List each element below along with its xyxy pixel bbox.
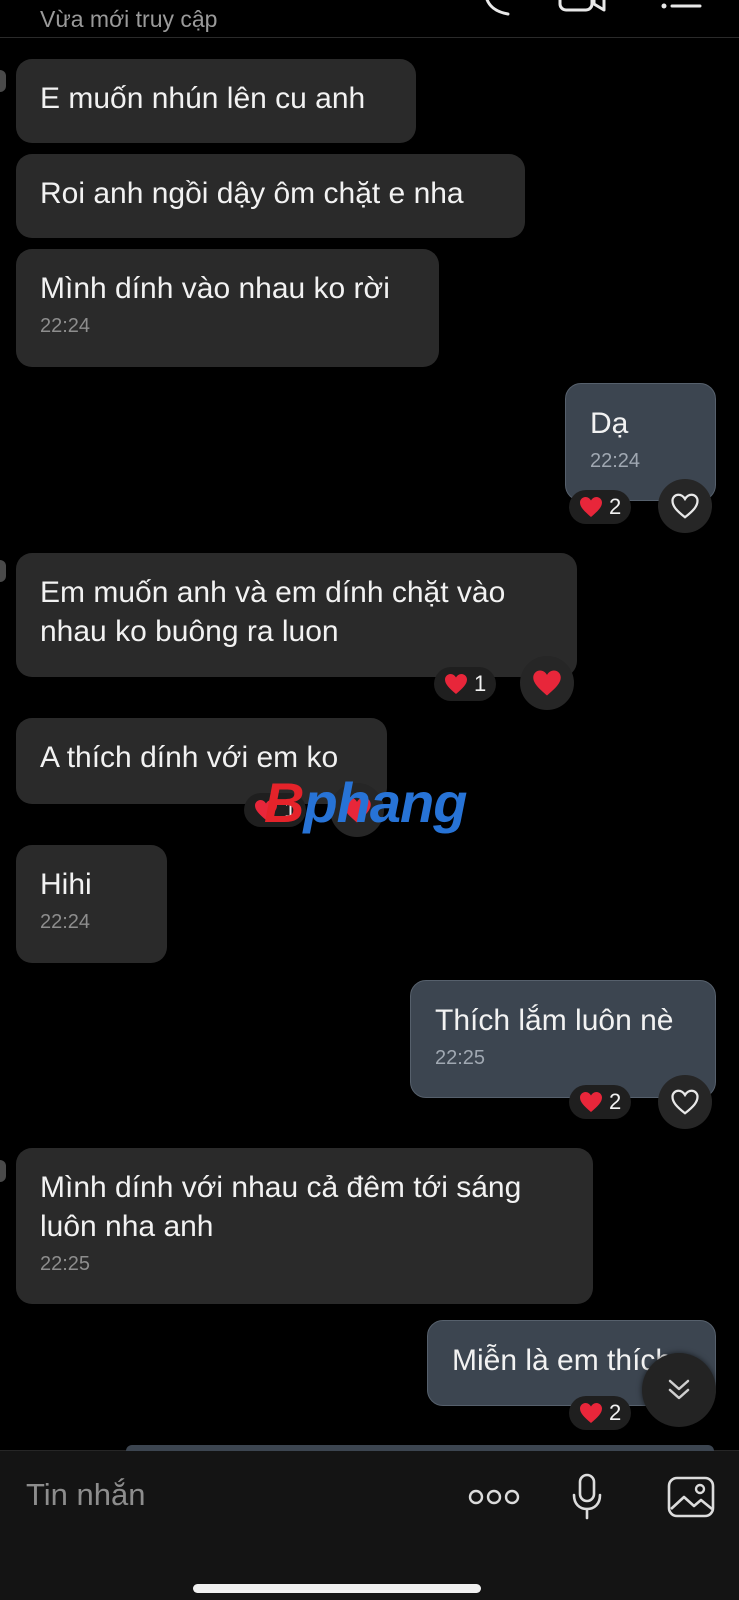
avatar	[0, 560, 6, 582]
message-text: Roi anh ngồi dậy ôm chặt e nha	[40, 177, 464, 210]
image-icon[interactable]	[666, 1475, 716, 1519]
message-text: Mình dính vào nhau ko rời	[40, 272, 390, 305]
message-input[interactable]: Tin nhắn	[26, 1477, 146, 1513]
heart-icon	[580, 1403, 602, 1423]
reaction-count[interactable]: 2	[569, 1396, 632, 1430]
reaction-count-value: 1	[474, 671, 487, 696]
message-time: 22:24	[590, 450, 641, 472]
pinned-bubble-edge	[126, 1445, 714, 1451]
heart-outline-icon	[671, 493, 699, 519]
message-text: Mình dính với nhau cả đêm tới sáng luôn …	[40, 1171, 522, 1243]
add-reaction-button[interactable]	[658, 479, 712, 533]
microphone-icon[interactable]	[571, 1473, 603, 1521]
message-bubble-incoming[interactable]: Hihi 22:24	[16, 845, 167, 963]
phone-icon[interactable]	[482, 0, 516, 16]
message-time: 22:25	[40, 1253, 91, 1275]
more-icon[interactable]	[468, 1487, 520, 1507]
message-text: A thích dính với em ko	[40, 741, 339, 774]
message-text: E muốn nhún lên cu anh	[40, 82, 366, 115]
message-text: Thích lắm luôn nè	[435, 1004, 674, 1037]
heart-icon	[533, 670, 561, 696]
my-reaction-button[interactable]	[520, 656, 574, 710]
reaction-count-value: 2	[609, 1089, 622, 1114]
reaction-count-value: 2	[609, 494, 622, 519]
contact-status: Vừa mới truy cập	[40, 6, 218, 32]
home-indicator	[193, 1584, 481, 1593]
heart-icon	[580, 497, 602, 517]
heart-icon	[580, 1092, 602, 1112]
reaction-count[interactable]: 2	[569, 490, 632, 524]
scroll-to-bottom-button[interactable]	[642, 1353, 716, 1427]
avatar	[0, 70, 6, 92]
message-time: 22:24	[40, 315, 91, 337]
heart-icon	[445, 674, 467, 694]
message-bubble-incoming[interactable]: E muốn nhún lên cu anh	[16, 59, 416, 143]
message-text: Dạ	[590, 407, 629, 440]
avatar	[0, 1160, 6, 1182]
message-text: Hihi	[40, 868, 92, 901]
message-composer: Tin nhắn	[0, 1445, 739, 1600]
message-bubble-incoming[interactable]: Mình dính với nhau cả đêm tới sáng luôn …	[16, 1148, 593, 1304]
reaction-count[interactable]: 1	[434, 667, 497, 701]
message-bubble-incoming[interactable]: Mình dính vào nhau ko rời 22:24	[16, 249, 439, 367]
add-reaction-button[interactable]	[658, 1075, 712, 1129]
message-time: 22:24	[40, 911, 91, 933]
watermark-logo: Bphang	[264, 771, 467, 834]
reaction-count[interactable]: 2	[569, 1085, 632, 1119]
chat-header: Vừa mới truy cập	[0, 0, 739, 38]
double-chevron-down-icon	[668, 1379, 690, 1400]
message-bubble-incoming[interactable]: Em muốn anh và em dính chặt vào nhau ko …	[16, 553, 577, 677]
message-bubble-incoming[interactable]: Roi anh ngồi dậy ôm chặt e nha	[16, 154, 525, 238]
video-call-icon[interactable]	[558, 0, 608, 16]
message-time: 22:25	[435, 1047, 486, 1069]
reaction-count-value: 2	[609, 1400, 622, 1425]
heart-outline-icon	[671, 1089, 699, 1115]
menu-icon[interactable]	[660, 0, 704, 16]
message-text: Em muốn anh và em dính chặt vào nhau ko …	[40, 576, 506, 648]
